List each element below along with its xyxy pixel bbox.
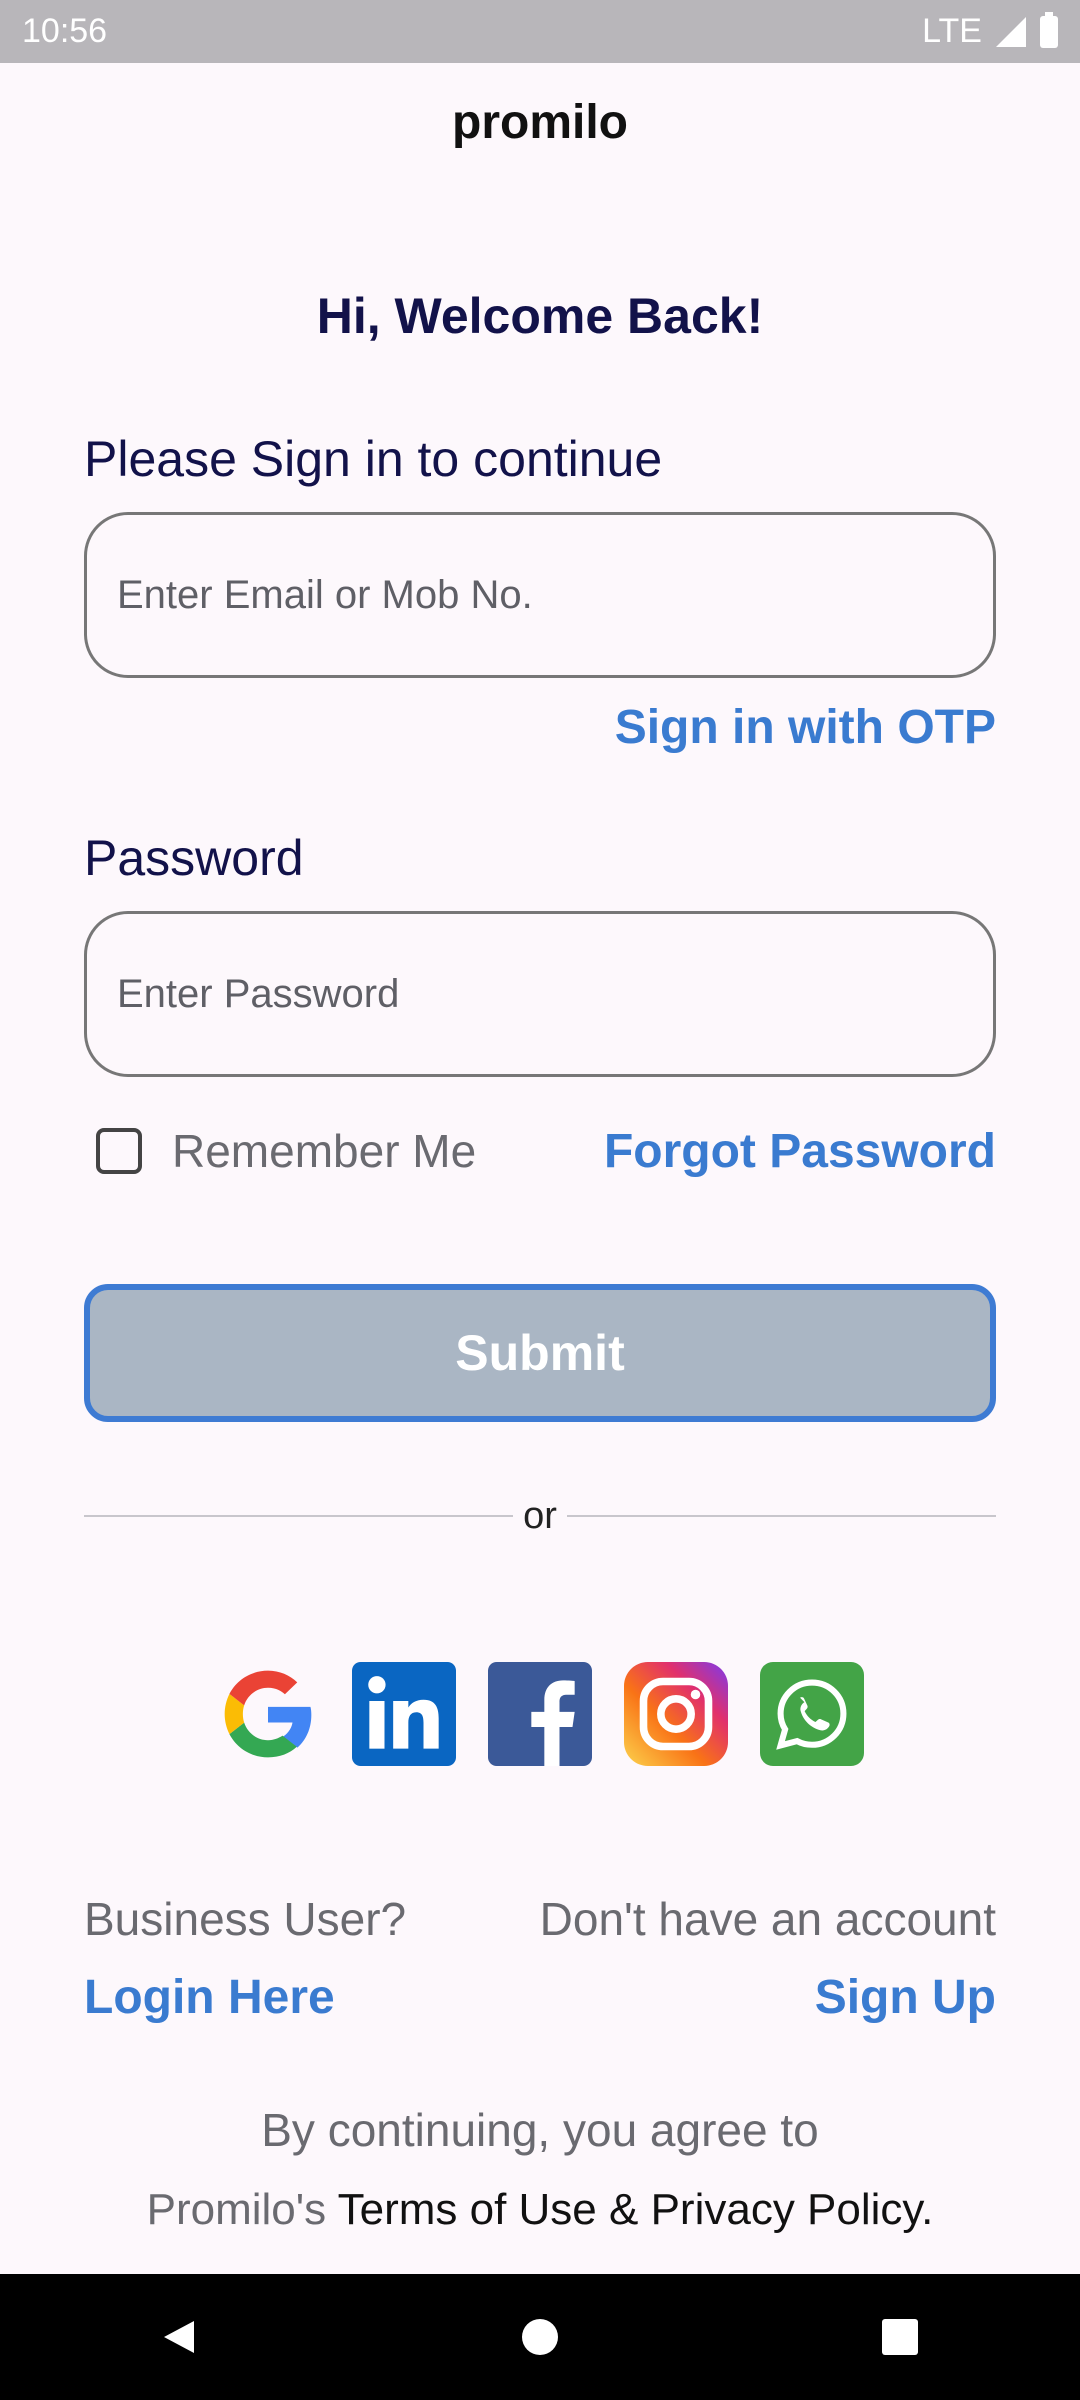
status-bar: 10:56 LTE [0, 0, 1080, 63]
business-user-text: Business User? [84, 1893, 407, 1945]
status-time: 10:56 [22, 12, 108, 50]
password-field[interactable] [84, 911, 996, 1077]
whatsapp-icon[interactable] [760, 1662, 864, 1766]
sign-up-link[interactable]: Sign Up [815, 1970, 996, 2025]
remember-me-checkbox[interactable] [96, 1128, 142, 1174]
app-title: promilo [452, 96, 628, 149]
terms-line-1: By continuing, you agree to [261, 2104, 819, 2156]
network-label: LTE [922, 12, 982, 50]
linkedin-icon[interactable] [352, 1662, 456, 1766]
instagram-icon[interactable] [624, 1662, 728, 1766]
facebook-icon[interactable] [488, 1662, 592, 1766]
signal-icon [994, 15, 1028, 49]
welcome-heading: Hi, Welcome Back! [316, 288, 764, 344]
terms-line-2: Promilo's Terms of Use & Privacy Policy. [0, 2185, 1080, 2235]
email-field[interactable] [84, 512, 996, 678]
social-login-row [0, 1662, 1080, 1766]
navigation-bar [0, 2274, 1080, 2400]
terms-policy-link[interactable]: Terms of Use & Privacy Policy. [338, 2185, 934, 2234]
remember-me-label: Remember Me [172, 1125, 477, 1177]
signin-label: Please Sign in to continue [84, 431, 663, 487]
recents-icon[interactable] [870, 2307, 930, 2367]
password-label: Password [84, 830, 304, 886]
or-divider: or [84, 1494, 997, 1537]
google-icon[interactable] [216, 1662, 320, 1766]
divider-line [84, 1515, 514, 1517]
login-here-link[interactable]: Login Here [84, 1970, 335, 2025]
divider-line [566, 1515, 997, 1517]
divider-text: or [523, 1494, 557, 1537]
back-icon[interactable] [150, 2307, 210, 2367]
status-icons: LTE [922, 11, 1058, 51]
sign-in-otp-link[interactable]: Sign in with OTP [615, 700, 996, 755]
home-icon[interactable] [510, 2307, 570, 2367]
remember-me[interactable]: Remember Me [96, 1124, 476, 1178]
forgot-password-link[interactable]: Forgot Password [604, 1124, 996, 1179]
terms-prefix: Promilo's [146, 2185, 327, 2234]
battery-icon [1040, 11, 1058, 48]
submit-button[interactable]: Submit [84, 1284, 996, 1422]
no-account-text: Don't have an account [539, 1893, 996, 1945]
